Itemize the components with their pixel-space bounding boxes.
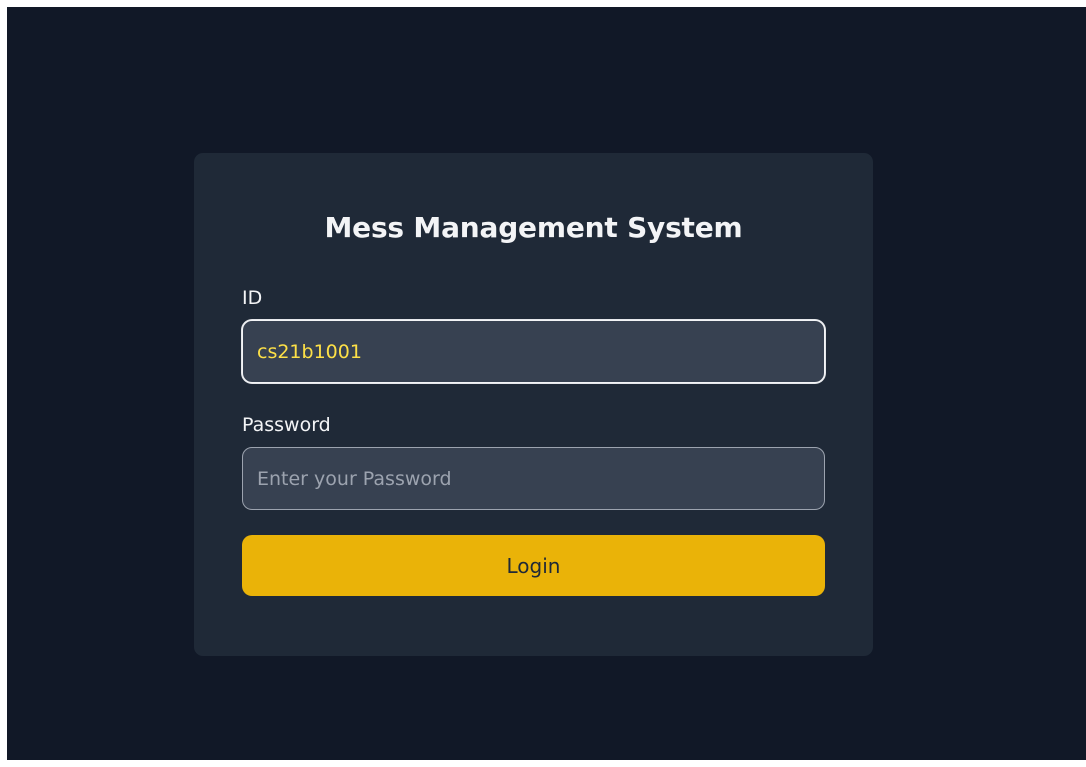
login-button[interactable]: Login: [242, 535, 825, 596]
page-title: Mess Management System: [324, 211, 743, 244]
id-input[interactable]: [242, 320, 825, 383]
password-input[interactable]: [242, 447, 825, 510]
page-background: Mess Management System ID Password Login: [7, 7, 1086, 760]
password-label: Password: [242, 414, 331, 436]
login-card: Mess Management System ID Password Login: [194, 153, 873, 656]
id-label: ID: [242, 287, 263, 309]
